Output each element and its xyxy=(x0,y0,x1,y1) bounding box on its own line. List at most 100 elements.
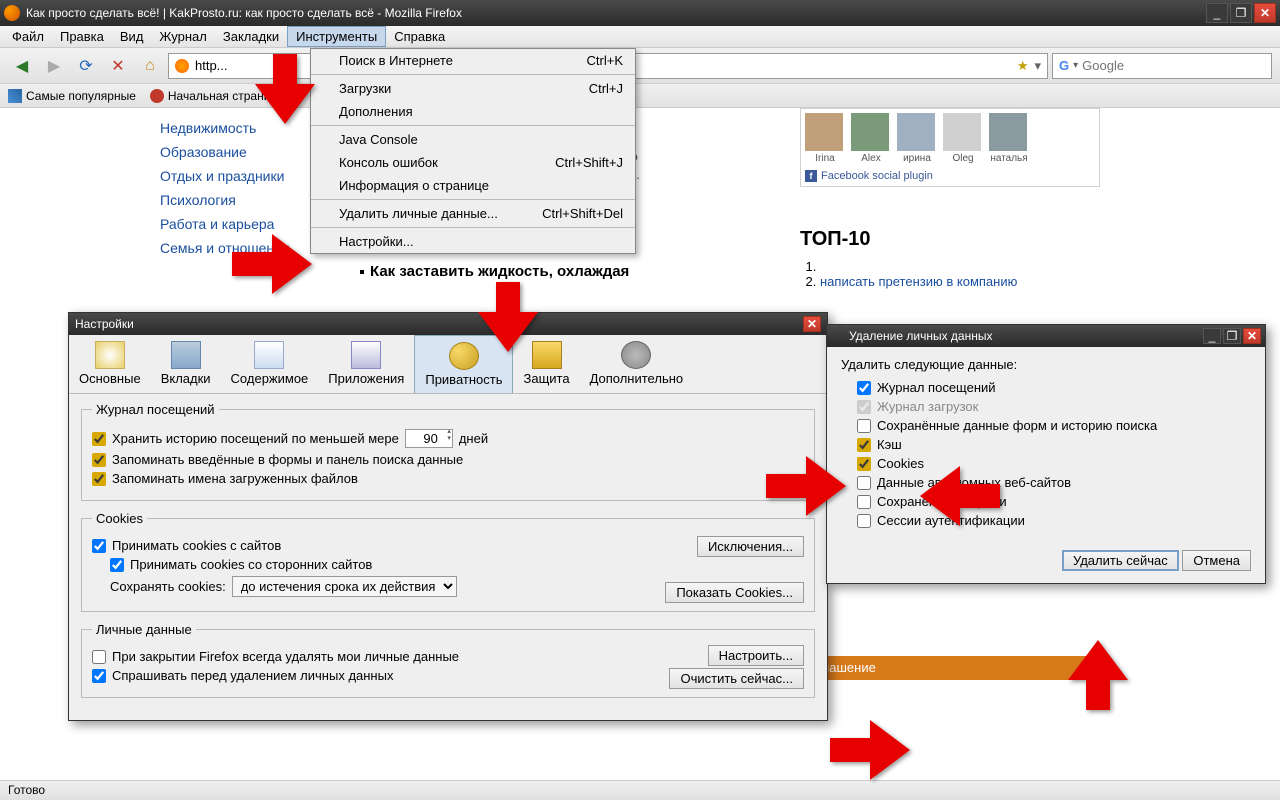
avatar[interactable]: Oleg xyxy=(943,113,983,164)
arrow-annotation xyxy=(920,466,1000,526)
lbl-history: Журнал посещений xyxy=(877,380,996,395)
settings-titlebar: Настройки ✕ xyxy=(69,313,827,335)
accept-cookies-label: Принимать cookies с сайтов xyxy=(112,538,281,553)
menu-search-web[interactable]: Поиск в ИнтернетеCtrl+K xyxy=(311,49,635,72)
tab-apps[interactable]: Приложения xyxy=(318,335,414,393)
history-days-input[interactable] xyxy=(405,429,453,448)
menu-page-info[interactable]: Информация о странице xyxy=(311,174,635,197)
remember-forms-label: Запоминать введённые в формы и панель по… xyxy=(112,452,463,467)
arrow-annotation xyxy=(478,282,538,352)
tab-advanced[interactable]: Дополнительно xyxy=(580,335,694,393)
article-title[interactable]: Как заставить жидкость, охлаждая xyxy=(370,263,629,280)
top10-link[interactable]: написать претензию в компанию xyxy=(820,274,1017,289)
search-input[interactable] xyxy=(1082,58,1265,73)
top10-item xyxy=(820,259,1017,274)
statusbar: Готово xyxy=(0,780,1280,800)
settings-close-button[interactable]: ✕ xyxy=(803,316,821,332)
bookmark-star-icon[interactable]: ★ xyxy=(1017,58,1029,74)
maximize-button[interactable]: ❐ xyxy=(1230,3,1252,23)
menu-file[interactable]: Файл xyxy=(4,27,52,46)
delete-now-button[interactable]: Удалить сейчас xyxy=(1062,550,1179,571)
search-engine-dropdown-icon[interactable]: ▾ xyxy=(1073,60,1078,71)
menu-java-console[interactable]: Java Console xyxy=(311,128,635,151)
close-button[interactable]: ✕ xyxy=(1254,3,1276,23)
menu-downloads[interactable]: ЗагрузкиCtrl+J xyxy=(311,77,635,100)
clear-dlg-maximize[interactable]: ❐ xyxy=(1223,328,1241,344)
ask-before-checkbox[interactable] xyxy=(92,669,106,683)
accept-thirdparty-checkbox[interactable] xyxy=(110,558,124,572)
remember-downloads-label: Запоминать имена загруженных файлов xyxy=(112,471,358,486)
cb-offline[interactable] xyxy=(857,476,871,490)
facebook-widget: Irina Alex ирина Oleg наталья f Facebook… xyxy=(800,108,1100,187)
tab-main[interactable]: Основные xyxy=(69,335,151,393)
menu-view[interactable]: Вид xyxy=(112,27,152,46)
cb-forms[interactable] xyxy=(857,419,871,433)
avatar[interactable]: наталья xyxy=(989,113,1029,164)
keep-cookies-label: Сохранять cookies: xyxy=(110,579,226,594)
clear-dlg-close[interactable]: ✕ xyxy=(1243,328,1261,344)
back-button[interactable]: ◀ xyxy=(8,52,36,80)
menu-error-console[interactable]: Консоль ошибокCtrl+Shift+J xyxy=(311,151,635,174)
minimize-button[interactable]: _ xyxy=(1206,3,1228,23)
cb-cache[interactable] xyxy=(857,438,871,452)
configure-button[interactable]: Настроить... xyxy=(708,645,804,666)
clear-on-close-checkbox[interactable] xyxy=(92,650,106,664)
clear-dlg-titlebar: Удаление личных данных _ ❐ ✕ xyxy=(827,325,1265,347)
sidebar-link[interactable]: Работа и карьера xyxy=(160,212,320,236)
search-engine-icon[interactable]: G xyxy=(1059,58,1069,73)
bullet-icon xyxy=(360,270,364,274)
arrow-annotation xyxy=(766,456,846,516)
clear-now-button[interactable]: Очистить сейчас... xyxy=(669,668,804,689)
search-box[interactable]: G ▾ xyxy=(1052,53,1272,79)
menu-addons[interactable]: Дополнения xyxy=(311,100,635,123)
lbl-forms: Сохранённые данные форм и историю поиска xyxy=(877,418,1157,433)
cb-passwords[interactable] xyxy=(857,495,871,509)
remember-forms-checkbox[interactable] xyxy=(92,453,106,467)
sidebar-link[interactable]: Образование xyxy=(160,140,320,164)
menu-help[interactable]: Справка xyxy=(386,27,453,46)
exceptions-button[interactable]: Исключения... xyxy=(697,536,804,557)
private-legend: Личные данные xyxy=(92,622,196,637)
sidebar-link[interactable]: Психология xyxy=(160,188,320,212)
tabs-icon xyxy=(171,341,201,369)
cb-history[interactable] xyxy=(857,381,871,395)
main-icon xyxy=(95,341,125,369)
cb-cookies[interactable] xyxy=(857,457,871,471)
show-cookies-button[interactable]: Показать Cookies... xyxy=(665,582,804,603)
settings-panel: Журнал посещений Хранить историю посещен… xyxy=(69,394,827,720)
stop-button[interactable]: ✕ xyxy=(104,52,132,80)
reload-button[interactable]: ⟳ xyxy=(72,52,100,80)
settings-title: Настройки xyxy=(75,317,801,331)
arrow-annotation xyxy=(255,54,315,124)
lbl-cache: Кэш xyxy=(877,437,902,452)
clear-dlg-minimize[interactable]: _ xyxy=(1203,328,1221,344)
menu-history[interactable]: Журнал xyxy=(151,27,214,46)
apps-icon xyxy=(351,341,381,369)
forward-button[interactable]: ▶ xyxy=(40,52,68,80)
cancel-button[interactable]: Отмена xyxy=(1182,550,1251,571)
menu-bookmarks[interactable]: Закладки xyxy=(215,27,287,46)
menu-settings[interactable]: Настройки... xyxy=(311,230,635,253)
url-dropdown-icon[interactable]: ▾ xyxy=(1034,58,1041,74)
ask-before-label: Спрашивать перед удалением личных данных xyxy=(112,668,393,683)
cb-sessions[interactable] xyxy=(857,514,871,528)
lbl-cookies: Cookies xyxy=(877,456,924,471)
keep-cookies-select[interactable]: до истечения срока их действия xyxy=(232,576,457,597)
home-button[interactable]: ⌂ xyxy=(136,52,164,80)
avatar[interactable]: Alex xyxy=(851,113,891,164)
menu-tools[interactable]: Инструменты xyxy=(287,26,386,47)
tab-content[interactable]: Содержимое xyxy=(221,335,319,393)
arrow-annotation xyxy=(830,720,910,780)
avatar[interactable]: Irina xyxy=(805,113,845,164)
avatar[interactable]: ирина xyxy=(897,113,937,164)
menu-edit[interactable]: Правка xyxy=(52,27,112,46)
sidebar-link[interactable]: Отдых и праздники xyxy=(160,164,320,188)
bookmark-popular[interactable]: Самые популярные xyxy=(8,89,136,103)
menu-clear-private[interactable]: Удалить личные данные...Ctrl+Shift+Del xyxy=(311,202,635,225)
tab-tabs[interactable]: Вкладки xyxy=(151,335,221,393)
remember-downloads-checkbox[interactable] xyxy=(92,472,106,486)
accept-cookies-checkbox[interactable] xyxy=(92,539,106,553)
keep-history-checkbox[interactable] xyxy=(92,432,106,446)
top10-item: написать претензию в компанию xyxy=(820,274,1017,289)
history-legend: Журнал посещений xyxy=(92,402,219,417)
